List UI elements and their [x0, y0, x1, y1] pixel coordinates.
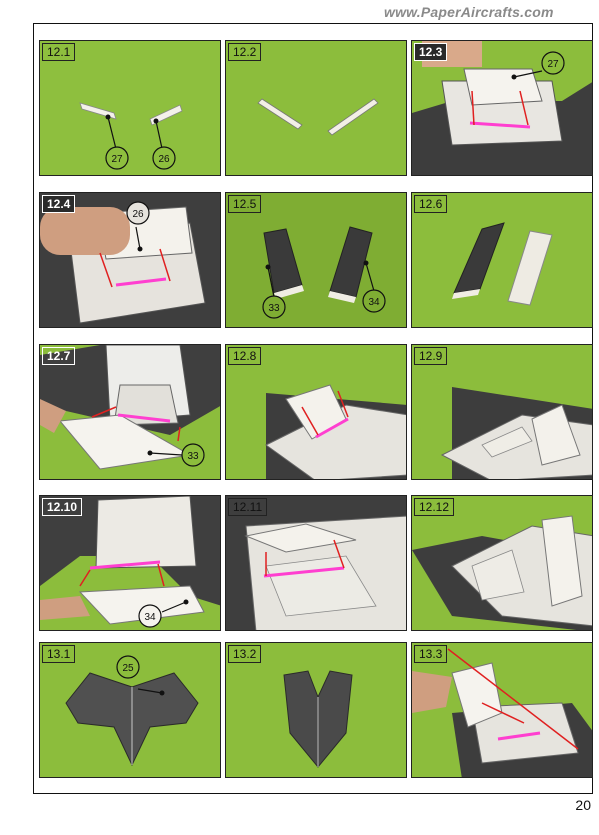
step-photo: 27 26 — [40, 41, 220, 175]
callout-26: 26 — [132, 209, 144, 220]
step-panel-12-2: 12.2 — [225, 40, 407, 176]
callout-27: 27 — [111, 154, 123, 165]
step-panel-12-1: 27 26 12.1 — [39, 40, 221, 176]
step-photo: 33 34 — [226, 193, 406, 327]
step-photo — [226, 345, 406, 479]
step-panel-12-11: 12.11 — [225, 495, 407, 631]
step-panel-12-6: 12.6 — [411, 192, 593, 328]
step-label: 12.8 — [228, 347, 262, 365]
step-photo: 26 — [40, 193, 220, 327]
step-photo — [226, 643, 406, 777]
callout-25: 25 — [122, 663, 134, 674]
step-label: 12.3 — [414, 43, 448, 61]
step-panel-12-8: 12.8 — [225, 344, 407, 480]
step-panel-12-9: 12.9 — [411, 344, 593, 480]
step-photo — [226, 496, 406, 630]
step-label: 12.4 — [42, 195, 76, 213]
step-panel-13-1: 25 13.1 — [39, 642, 221, 778]
step-photo — [226, 41, 406, 175]
step-photo: 27 — [412, 41, 592, 175]
callout-34: 34 — [144, 612, 156, 623]
step-photo — [412, 193, 592, 327]
callout-27: 27 — [547, 59, 559, 70]
step-label: 13.2 — [228, 645, 262, 663]
step-label: 12.1 — [42, 43, 76, 61]
step-label: 13.1 — [42, 645, 76, 663]
step-panel-13-2: 13.2 — [225, 642, 407, 778]
step-label: 12.9 — [414, 347, 448, 365]
step-photo — [412, 496, 592, 630]
step-panel-13-3: 13.3 — [411, 642, 593, 778]
callout-34: 34 — [368, 297, 380, 308]
site-url: www.PaperAircrafts.com — [384, 4, 554, 20]
step-panel-12-12: 12.12 — [411, 495, 593, 631]
step-photo — [412, 643, 592, 777]
callout-26: 26 — [158, 154, 170, 165]
step-panel-12-4: 26 12.4 — [39, 192, 221, 328]
step-photo: 34 — [40, 496, 220, 630]
step-label: 12.7 — [42, 347, 76, 365]
callout-33: 33 — [268, 303, 280, 314]
step-panel-12-10: 34 12.10 — [39, 495, 221, 631]
step-panel-12-5: 33 34 12.5 — [225, 192, 407, 328]
instruction-page-frame: 27 26 12.1 12.2 27 12.3 26 12.4 33 34 12… — [33, 23, 593, 794]
step-panel-12-7: 33 12.7 — [39, 344, 221, 480]
step-label: 13.3 — [414, 645, 448, 663]
step-label: 12.2 — [228, 43, 262, 61]
step-label: 12.10 — [42, 498, 83, 516]
step-label: 12.5 — [228, 195, 262, 213]
step-label: 12.11 — [228, 498, 268, 516]
step-label: 12.6 — [414, 195, 448, 213]
callout-33: 33 — [187, 451, 199, 462]
step-photo — [412, 345, 592, 479]
step-photo: 25 — [40, 643, 220, 777]
page-number: 20 — [575, 797, 591, 813]
step-panel-12-3: 27 12.3 — [411, 40, 593, 176]
step-photo: 33 — [40, 345, 220, 479]
step-label: 12.12 — [414, 498, 455, 516]
